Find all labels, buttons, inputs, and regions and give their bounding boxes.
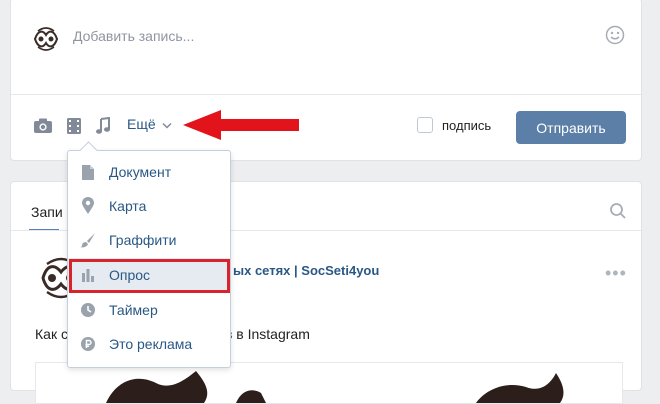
more-dropdown-menu: Документ Карта Граффити Опрос Таймер Это… xyxy=(67,141,231,368)
more-label: Ещё xyxy=(127,116,156,132)
search-icon[interactable] xyxy=(609,202,627,225)
more-button[interactable]: Ещё xyxy=(127,116,172,132)
tab-posts[interactable]: Запи xyxy=(31,204,63,220)
emoji-icon[interactable] xyxy=(605,25,625,50)
ruble-icon xyxy=(79,335,97,353)
signature-checkbox[interactable] xyxy=(417,117,433,133)
menu-item-label: Это реклама xyxy=(109,336,193,352)
menu-item-label: Документ xyxy=(109,164,172,180)
chevron-down-icon xyxy=(162,116,172,132)
music-icon[interactable] xyxy=(95,116,111,140)
camera-icon[interactable] xyxy=(33,117,53,140)
menu-item-map[interactable]: Карта xyxy=(68,189,230,223)
menu-item-label: Опрос xyxy=(109,267,151,283)
composer-divider xyxy=(11,94,641,95)
post-author-link[interactable]: ых сетях | SocSeti4you xyxy=(233,263,379,278)
poll-icon xyxy=(79,266,97,284)
avatar[interactable] xyxy=(29,22,63,56)
menu-item-ad[interactable]: Это реклама xyxy=(68,327,230,361)
clock-icon xyxy=(79,301,97,319)
menu-item-label: Таймер xyxy=(109,302,158,318)
menu-item-label: Граффити xyxy=(109,232,177,248)
menu-item-poll[interactable]: Опрос xyxy=(68,258,230,292)
post-actions-icon[interactable]: ••• xyxy=(605,263,627,284)
signature-label[interactable]: подпись xyxy=(442,118,491,133)
annotation-arrow xyxy=(183,109,301,146)
map-pin-icon xyxy=(79,197,97,215)
video-icon[interactable] xyxy=(66,117,82,140)
brush-icon xyxy=(79,231,97,249)
post-composer: Добавить запись... Ещё подпись Отправить xyxy=(10,0,642,161)
menu-item-label: Карта xyxy=(109,198,147,214)
send-button[interactable]: Отправить xyxy=(516,111,626,144)
post-image[interactable] xyxy=(35,362,623,404)
document-icon xyxy=(79,163,97,181)
post-input[interactable]: Добавить запись... xyxy=(73,28,194,44)
menu-item-timer[interactable]: Таймер xyxy=(68,293,230,327)
menu-item-graffiti[interactable]: Граффити xyxy=(68,223,230,257)
menu-item-document[interactable]: Документ xyxy=(68,155,230,189)
